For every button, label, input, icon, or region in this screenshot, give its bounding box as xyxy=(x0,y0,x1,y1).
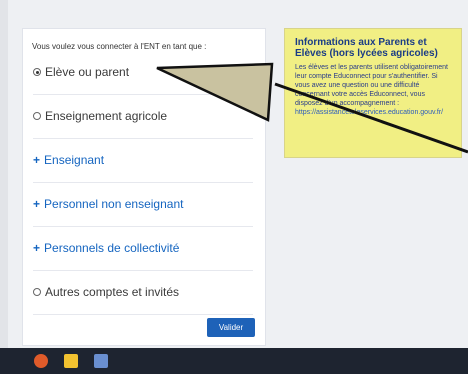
taskbar xyxy=(0,348,468,374)
firefox-icon[interactable] xyxy=(34,354,48,368)
file-explorer-icon[interactable] xyxy=(64,354,78,368)
annotation-arrow xyxy=(156,62,468,154)
app-icon[interactable] xyxy=(94,354,108,368)
